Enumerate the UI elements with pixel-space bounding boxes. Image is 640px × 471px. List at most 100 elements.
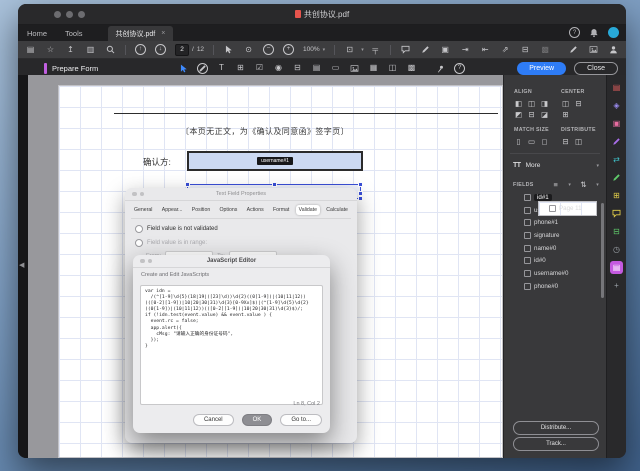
tab-tools[interactable]: Tools (56, 25, 92, 41)
fit-options-icon[interactable]: ⊡ (344, 44, 355, 55)
properties-tab-calculate[interactable]: Calculate (323, 205, 351, 215)
profile-icon[interactable] (608, 44, 619, 55)
stamp-image-icon[interactable] (588, 44, 599, 55)
ai-assistant-icon[interactable]: ◈ (610, 99, 623, 112)
radio-button-field-icon[interactable]: ◉ (273, 63, 284, 74)
select-tool-icon[interactable] (223, 44, 234, 55)
help-icon[interactable]: ? (569, 27, 580, 38)
field-tree-item[interactable]: phone#1 (508, 216, 597, 229)
button-field-icon[interactable]: ▭ (330, 63, 341, 74)
share-icon[interactable]: ↥ (65, 44, 76, 55)
field-tree-item[interactable]: phone#0 (508, 280, 597, 293)
distribute-vertically-icon[interactable]: ⊟ (559, 136, 572, 147)
checkbox-field-icon[interactable]: ☑ (254, 63, 265, 74)
minimize-window-icon[interactable] (66, 10, 73, 18)
align-right-icon[interactable]: ◨ (538, 98, 551, 109)
tab-home[interactable]: Home (18, 25, 56, 41)
distribute-button[interactable]: Distribute... (513, 421, 599, 435)
edit-fields-icon[interactable] (197, 62, 208, 74)
send-file-icon[interactable]: ⇗ (500, 44, 511, 55)
next-page-icon[interactable]: ↓ (155, 44, 166, 55)
more-properties-dropdown[interactable]: TT More ▾ (513, 159, 599, 172)
properties-tab-position[interactable]: Position (189, 205, 213, 215)
edit-pdf-icon[interactable] (420, 44, 431, 55)
radio-icon[interactable] (135, 239, 143, 247)
document-tab[interactable]: 共创协议.pdf × (107, 26, 174, 41)
page-number-widget[interactable]: 2 / 12 (175, 43, 204, 56)
listbox-field-icon[interactable]: ▤ (311, 63, 322, 74)
current-page-input[interactable]: 2 (175, 43, 189, 56)
radio-icon[interactable] (135, 225, 143, 233)
print-icon[interactable]: ▥ (85, 44, 96, 55)
add-comments-icon[interactable] (610, 207, 623, 220)
field-tree-item[interactable]: name#0 (508, 242, 597, 255)
dropdown-field-icon[interactable]: ⊟ (292, 63, 303, 74)
form-help-icon[interactable]: ? (454, 62, 465, 74)
export-file-icon[interactable]: ⇥ (460, 44, 471, 55)
close-window-icon[interactable] (54, 10, 61, 18)
fill-sign-icon[interactable] (568, 44, 579, 55)
goto-button[interactable]: Go to... (280, 414, 322, 426)
javascript-code-editor[interactable]: var idn = /(^[1-9]\d{5}(18|19|([23]\d))\… (140, 285, 323, 405)
selection-handle[interactable] (185, 182, 190, 187)
field-tree-item[interactable]: signature (508, 229, 597, 242)
prepare-form-tool-icon[interactable]: ▤ (610, 261, 623, 274)
properties-tab-appear[interactable]: Appear... (159, 205, 186, 215)
properties-tab-format[interactable]: Format (270, 205, 292, 215)
align-horizontal-center-icon[interactable]: ◫ (525, 98, 538, 109)
field-tree-item[interactable]: Page 11 (538, 201, 597, 216)
tab-order-icon[interactable]: ⇅ (577, 179, 590, 190)
combine-files-icon[interactable]: ▣ (610, 117, 623, 130)
properties-tab-validate[interactable]: Validate (295, 205, 321, 215)
preview-button[interactable]: Preview (517, 61, 567, 75)
search-icon[interactable] (105, 44, 116, 55)
selection-handle[interactable] (272, 182, 277, 187)
barcode-field-icon[interactable]: ▩ (406, 63, 417, 74)
option-not-validated[interactable]: Field value is not validated (135, 225, 347, 233)
properties-tab-options[interactable]: Options (217, 205, 241, 215)
user-avatar[interactable] (608, 27, 619, 38)
request-signatures-icon[interactable]: ⇄ (610, 153, 623, 166)
organize-pages-tool-icon[interactable]: ⊟ (610, 225, 623, 238)
distribute-horizontally-icon[interactable]: ◫ (572, 136, 585, 147)
save-file-icon[interactable]: ▤ (25, 44, 36, 55)
field-tree-item[interactable]: id#0 (508, 254, 597, 267)
field-tree-item[interactable]: username#0 (508, 267, 597, 280)
properties-dialog-titlebar[interactable]: Text Field Properties (125, 188, 357, 201)
close-tab-icon[interactable]: × (161, 30, 165, 37)
zoom-in-icon[interactable]: + (283, 44, 295, 55)
dialog-close-icon[interactable] (132, 191, 137, 197)
create-pdf-icon[interactable]: ⊞ (610, 189, 623, 202)
center-vertically-icon[interactable]: ⊟ (572, 98, 585, 109)
match-width-icon[interactable]: ▭ (525, 136, 538, 147)
window-controls[interactable] (54, 10, 85, 18)
selection-handle[interactable] (358, 182, 363, 187)
option-value-range[interactable]: Field value is in range: (135, 239, 347, 247)
align-bottom-icon[interactable]: ◪ (538, 109, 551, 120)
zoom-level-dropdown[interactable]: 100% ▾ (303, 46, 325, 53)
dialog-close-icon[interactable] (140, 258, 145, 264)
align-middle-icon[interactable]: ⊟ (525, 109, 538, 120)
table-field-icon[interactable]: ⊞ (235, 63, 246, 74)
close-prepare-form-button[interactable]: Close (574, 61, 618, 75)
center-horizontally-icon[interactable]: ◫ (559, 98, 572, 109)
dialog-minimize-icon[interactable] (147, 258, 152, 264)
comment-icon[interactable] (400, 44, 411, 55)
match-height-icon[interactable]: ▯ (512, 136, 525, 147)
collapse-panel-arrow-icon[interactable]: ◀ (19, 261, 24, 269)
match-both-icon[interactable]: ◻ (538, 136, 551, 147)
zoom-out-icon[interactable]: − (263, 44, 275, 55)
left-panel-strip[interactable]: ◀ (18, 75, 28, 458)
maximize-window-icon[interactable] (78, 10, 85, 18)
dialog-minimize-icon[interactable] (139, 191, 144, 197)
import-file-icon[interactable]: ⇤ (480, 44, 491, 55)
date-field-icon[interactable]: ▦ (368, 63, 379, 74)
username-form-field[interactable]: username#1 (187, 151, 363, 171)
text-field-icon[interactable]: T (216, 63, 227, 74)
fields-scrollbar[interactable] (601, 203, 604, 298)
properties-tab-actions[interactable]: Actions (244, 205, 267, 215)
page-display-icon[interactable]: ╤ (370, 44, 381, 55)
favorites-star-icon[interactable]: ☆ (45, 44, 56, 55)
selection-handle[interactable] (358, 196, 363, 201)
export-pdf-icon[interactable]: ▤ (610, 81, 623, 94)
